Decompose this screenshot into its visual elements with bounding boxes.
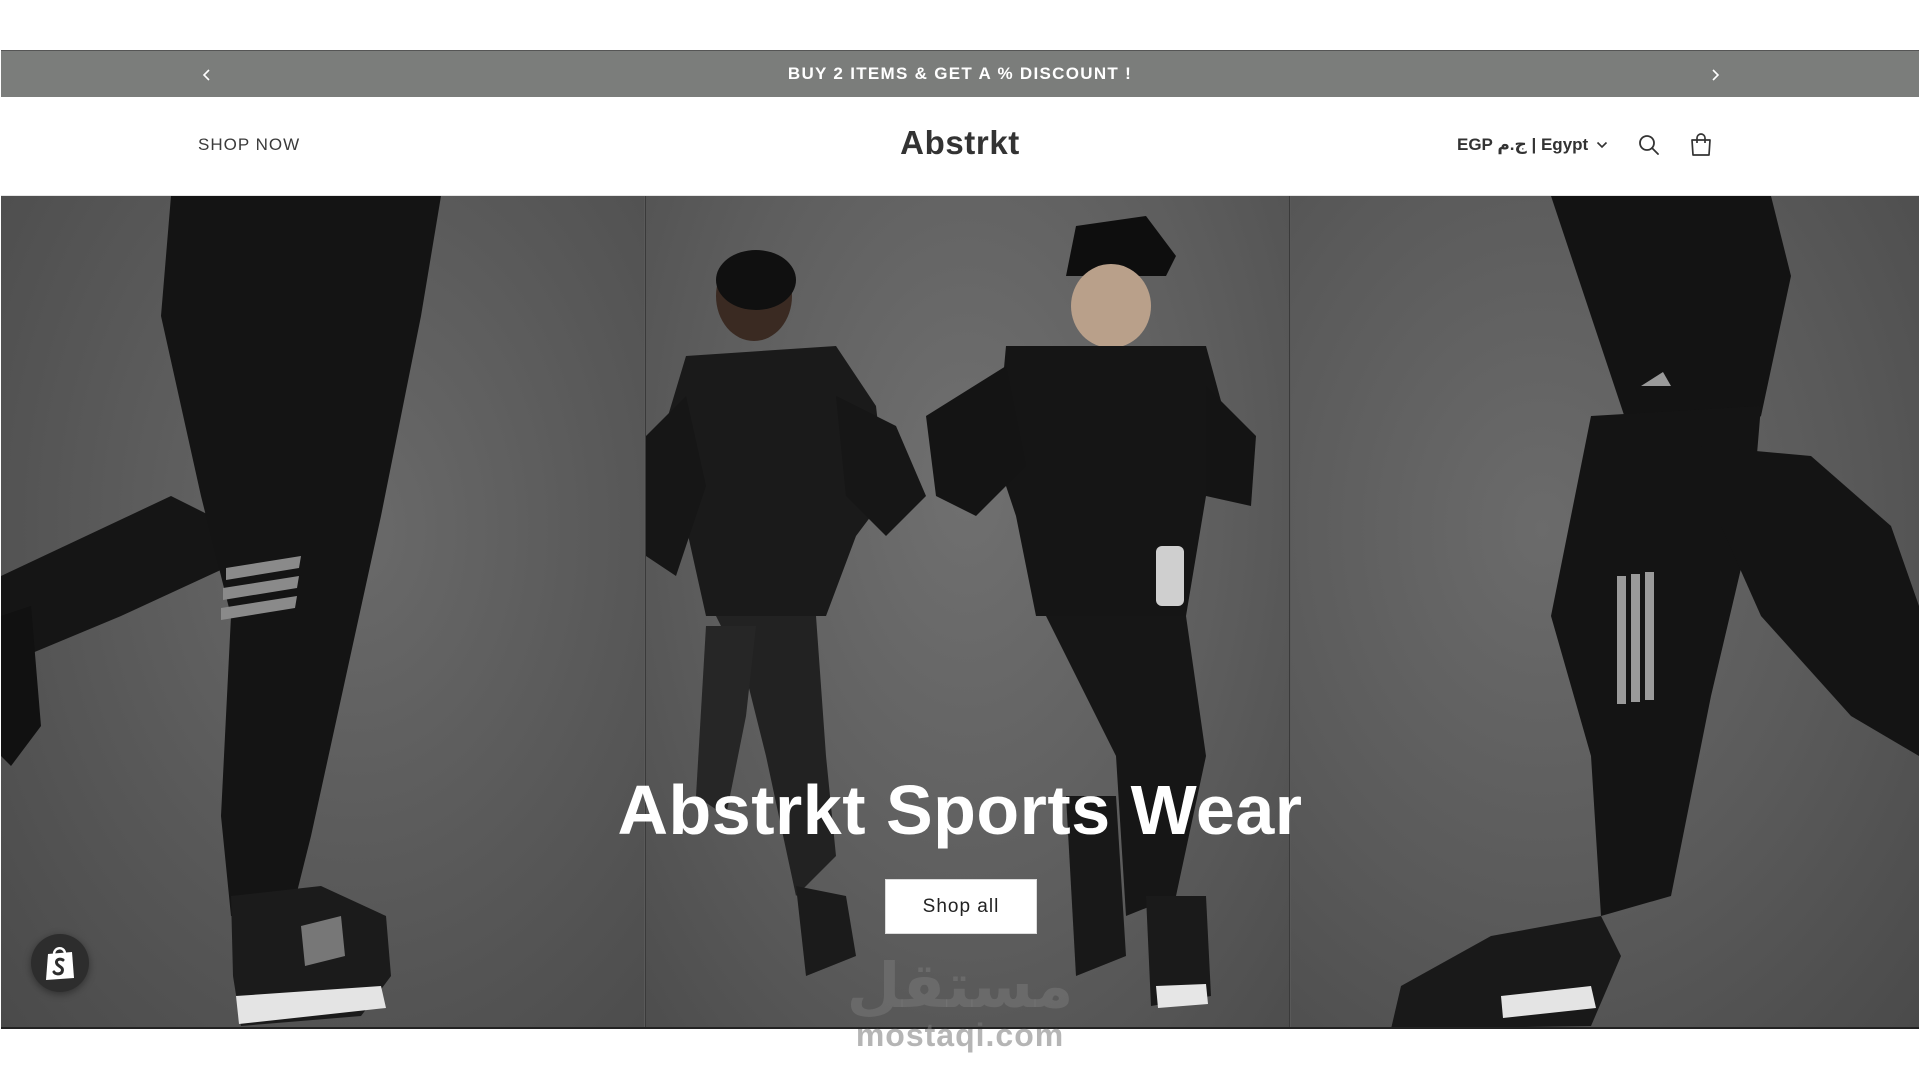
hero-image-right bbox=[1291, 196, 1919, 1027]
chevron-right-icon bbox=[1712, 68, 1720, 81]
shop-all-button[interactable]: Shop all bbox=[885, 879, 1037, 934]
hero-image-left bbox=[1, 196, 644, 1027]
site-header: SHOP NOW Abstrkt EGP ج.م | Egypt bbox=[1, 97, 1919, 196]
search-icon bbox=[1639, 135, 1659, 155]
page: BUY 2 ITEMS & GET A % DISCOUNT ! SHOP NO… bbox=[0, 0, 1920, 1080]
country-selector[interactable]: EGP ج.م | Egypt bbox=[1457, 135, 1608, 155]
search-button[interactable] bbox=[1629, 125, 1669, 165]
country-selector-label: EGP ج.م | Egypt bbox=[1457, 135, 1589, 154]
announcement-next-button[interactable] bbox=[1695, 51, 1735, 98]
hero-title: Abstrkt Sports Wear bbox=[617, 771, 1303, 849]
announcement-prev-button[interactable] bbox=[187, 51, 227, 98]
hero-banner: Abstrkt Sports Wear Shop all bbox=[1, 196, 1919, 1029]
shopify-badge-button[interactable] bbox=[31, 934, 89, 992]
shopify-bag-icon bbox=[46, 947, 74, 980]
cart-button[interactable] bbox=[1681, 125, 1721, 165]
runner-legs-illustration bbox=[1, 196, 441, 1026]
announcement-bar: BUY 2 ITEMS & GET A % DISCOUNT ! bbox=[1, 50, 1919, 97]
chevron-left-icon bbox=[202, 68, 210, 81]
runner-legs-illustration-right bbox=[1391, 196, 1919, 1027]
cart-icon bbox=[1691, 133, 1711, 156]
announcement-text: BUY 2 ITEMS & GET A % DISCOUNT ! bbox=[787, 64, 1133, 83]
chevron-down-icon bbox=[1597, 141, 1608, 149]
